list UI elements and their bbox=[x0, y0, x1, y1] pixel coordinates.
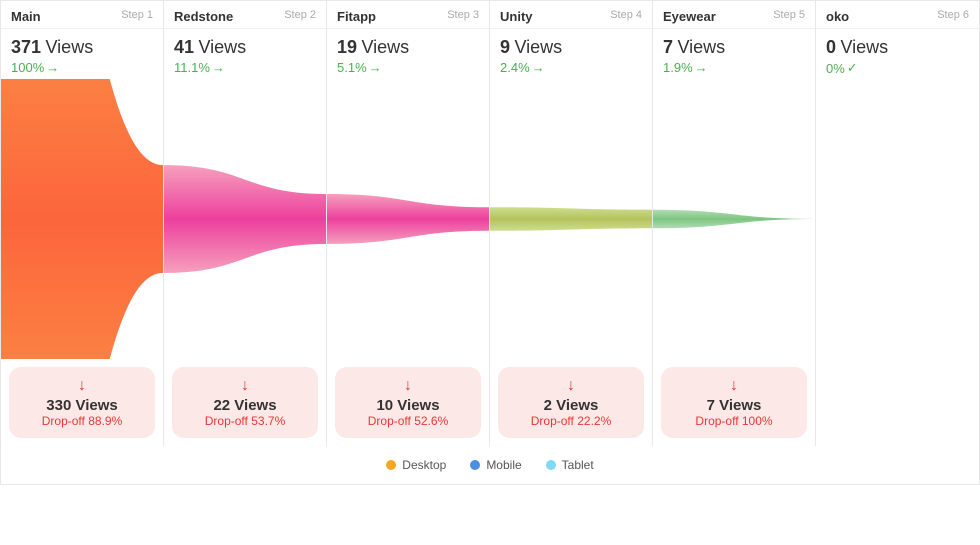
funnel-viz-4 bbox=[653, 79, 815, 359]
arrow-icon-2: → bbox=[369, 60, 382, 75]
col-step-0: Step 1 bbox=[121, 9, 153, 21]
col-name-4: Eyewear bbox=[663, 9, 716, 24]
dropoff-arrow-3: ↓ bbox=[508, 377, 634, 395]
col-header-3: Unity Step 4 bbox=[490, 1, 652, 29]
legend: Desktop Mobile Tablet bbox=[0, 446, 980, 485]
col-name-1: Redstone bbox=[174, 9, 233, 24]
dropoff-card-1: ↓ 22 Views Drop-off 53.7% bbox=[172, 367, 318, 438]
dropoff-views-4: 7 Views bbox=[671, 397, 797, 414]
dropoff-views-2: 10 Views bbox=[345, 397, 471, 414]
dropoff-views-3: 2 Views bbox=[508, 397, 634, 414]
col-name-3: Unity bbox=[500, 9, 533, 24]
conversion-rate-1: 11.1% → bbox=[174, 60, 316, 75]
col-stats-2: 19 Views 5.1% → bbox=[327, 29, 489, 79]
dropoff-card-3: ↓ 2 Views Drop-off 22.2% bbox=[498, 367, 644, 438]
col-stats-4: 7 Views 1.9% → bbox=[653, 29, 815, 79]
dropoff-card-2: ↓ 10 Views Drop-off 52.6% bbox=[335, 367, 481, 438]
views-count-5: 0 Views bbox=[826, 37, 969, 58]
funnel-col-oko: oko Step 6 0 Views 0% ✓ ↓ bbox=[816, 1, 979, 446]
col-name-5: oko bbox=[826, 9, 849, 24]
tablet-label: Tablet bbox=[562, 458, 594, 472]
check-icon-5: ✓ bbox=[847, 60, 858, 76]
col-name-2: Fitapp bbox=[337, 9, 376, 24]
funnel-grid: Main Step 1 371 Views 100% → ↓ bbox=[0, 0, 980, 446]
conversion-rate-5: 0% ✓ bbox=[826, 60, 969, 76]
col-step-2: Step 3 bbox=[447, 9, 479, 21]
legend-tablet: Tablet bbox=[546, 458, 594, 472]
dropoff-arrow-2: ↓ bbox=[345, 377, 471, 395]
funnel-col-fitapp: Fitapp Step 3 19 Views 5.1% → ↓ bbox=[327, 1, 490, 446]
col-header-4: Eyewear Step 5 bbox=[653, 1, 815, 29]
conversion-rate-4: 1.9% → bbox=[663, 60, 805, 75]
conversion-rate-2: 5.1% → bbox=[337, 60, 479, 75]
conversion-rate-0: 100% → bbox=[11, 60, 153, 75]
funnel-viz-2 bbox=[327, 79, 489, 359]
conversion-rate-3: 2.4% → bbox=[500, 60, 642, 75]
arrow-icon-4: → bbox=[695, 60, 708, 75]
funnel-viz-3 bbox=[490, 79, 652, 359]
views-count-1: 41 Views bbox=[174, 37, 316, 58]
arrow-icon-3: → bbox=[532, 60, 545, 75]
funnel-container: Main Step 1 371 Views 100% → ↓ bbox=[0, 0, 980, 485]
funnel-col-main: Main Step 1 371 Views 100% → ↓ bbox=[1, 1, 164, 446]
views-count-0: 371 Views bbox=[11, 37, 153, 58]
dropoff-arrow-4: ↓ bbox=[671, 377, 797, 395]
col-stats-1: 41 Views 11.1% → bbox=[164, 29, 326, 79]
dropoff-card-0: ↓ 330 Views Drop-off 88.9% bbox=[9, 367, 155, 438]
col-step-4: Step 5 bbox=[773, 9, 805, 21]
col-header-2: Fitapp Step 3 bbox=[327, 1, 489, 29]
col-name-0: Main bbox=[11, 9, 41, 24]
dropoff-arrow-1: ↓ bbox=[182, 377, 308, 395]
col-header-5: oko Step 6 bbox=[816, 1, 979, 29]
funnel-col-unity: Unity Step 4 9 Views 2.4% → ↓ bbox=[490, 1, 653, 446]
col-step-5: Step 6 bbox=[937, 9, 969, 21]
dropoff-arrow-0: ↓ bbox=[19, 377, 145, 395]
funnel-col-redstone: Redstone Step 2 41 Views 11.1% → bbox=[164, 1, 327, 446]
col-stats-3: 9 Views 2.4% → bbox=[490, 29, 652, 79]
col-header-1: Redstone Step 2 bbox=[164, 1, 326, 29]
col-step-3: Step 4 bbox=[610, 9, 642, 21]
funnel-viz-5 bbox=[816, 80, 979, 373]
legend-mobile: Mobile bbox=[470, 458, 521, 472]
dropoff-label-3: Drop-off 22.2% bbox=[508, 414, 634, 428]
arrow-icon-0: → bbox=[46, 60, 59, 75]
tablet-dot bbox=[546, 460, 556, 470]
desktop-label: Desktop bbox=[402, 458, 446, 472]
col-stats-5: 0 Views 0% ✓ bbox=[816, 29, 979, 80]
dropoff-label-4: Drop-off 100% bbox=[671, 414, 797, 428]
funnel-viz-0 bbox=[1, 79, 163, 359]
funnel-col-eyewear: Eyewear Step 5 7 Views 1.9% → ↓ bbox=[653, 1, 816, 446]
dropoff-label-2: Drop-off 52.6% bbox=[345, 414, 471, 428]
dropoff-label-0: Drop-off 88.9% bbox=[19, 414, 145, 428]
mobile-dot bbox=[470, 460, 480, 470]
legend-desktop: Desktop bbox=[386, 458, 446, 472]
funnel-viz-1 bbox=[164, 79, 326, 359]
mobile-label: Mobile bbox=[486, 458, 521, 472]
dropoff-label-1: Drop-off 53.7% bbox=[182, 414, 308, 428]
arrow-icon-1: → bbox=[212, 60, 225, 75]
col-header-0: Main Step 1 bbox=[1, 1, 163, 29]
dropoff-views-1: 22 Views bbox=[182, 397, 308, 414]
dropoff-views-0: 330 Views bbox=[19, 397, 145, 414]
views-count-3: 9 Views bbox=[500, 37, 642, 58]
desktop-dot bbox=[386, 460, 396, 470]
dropoff-card-4: ↓ 7 Views Drop-off 100% bbox=[661, 367, 807, 438]
col-stats-0: 371 Views 100% → bbox=[1, 29, 163, 79]
col-step-1: Step 2 bbox=[284, 9, 316, 21]
views-count-4: 7 Views bbox=[663, 37, 805, 58]
views-count-2: 19 Views bbox=[337, 37, 479, 58]
